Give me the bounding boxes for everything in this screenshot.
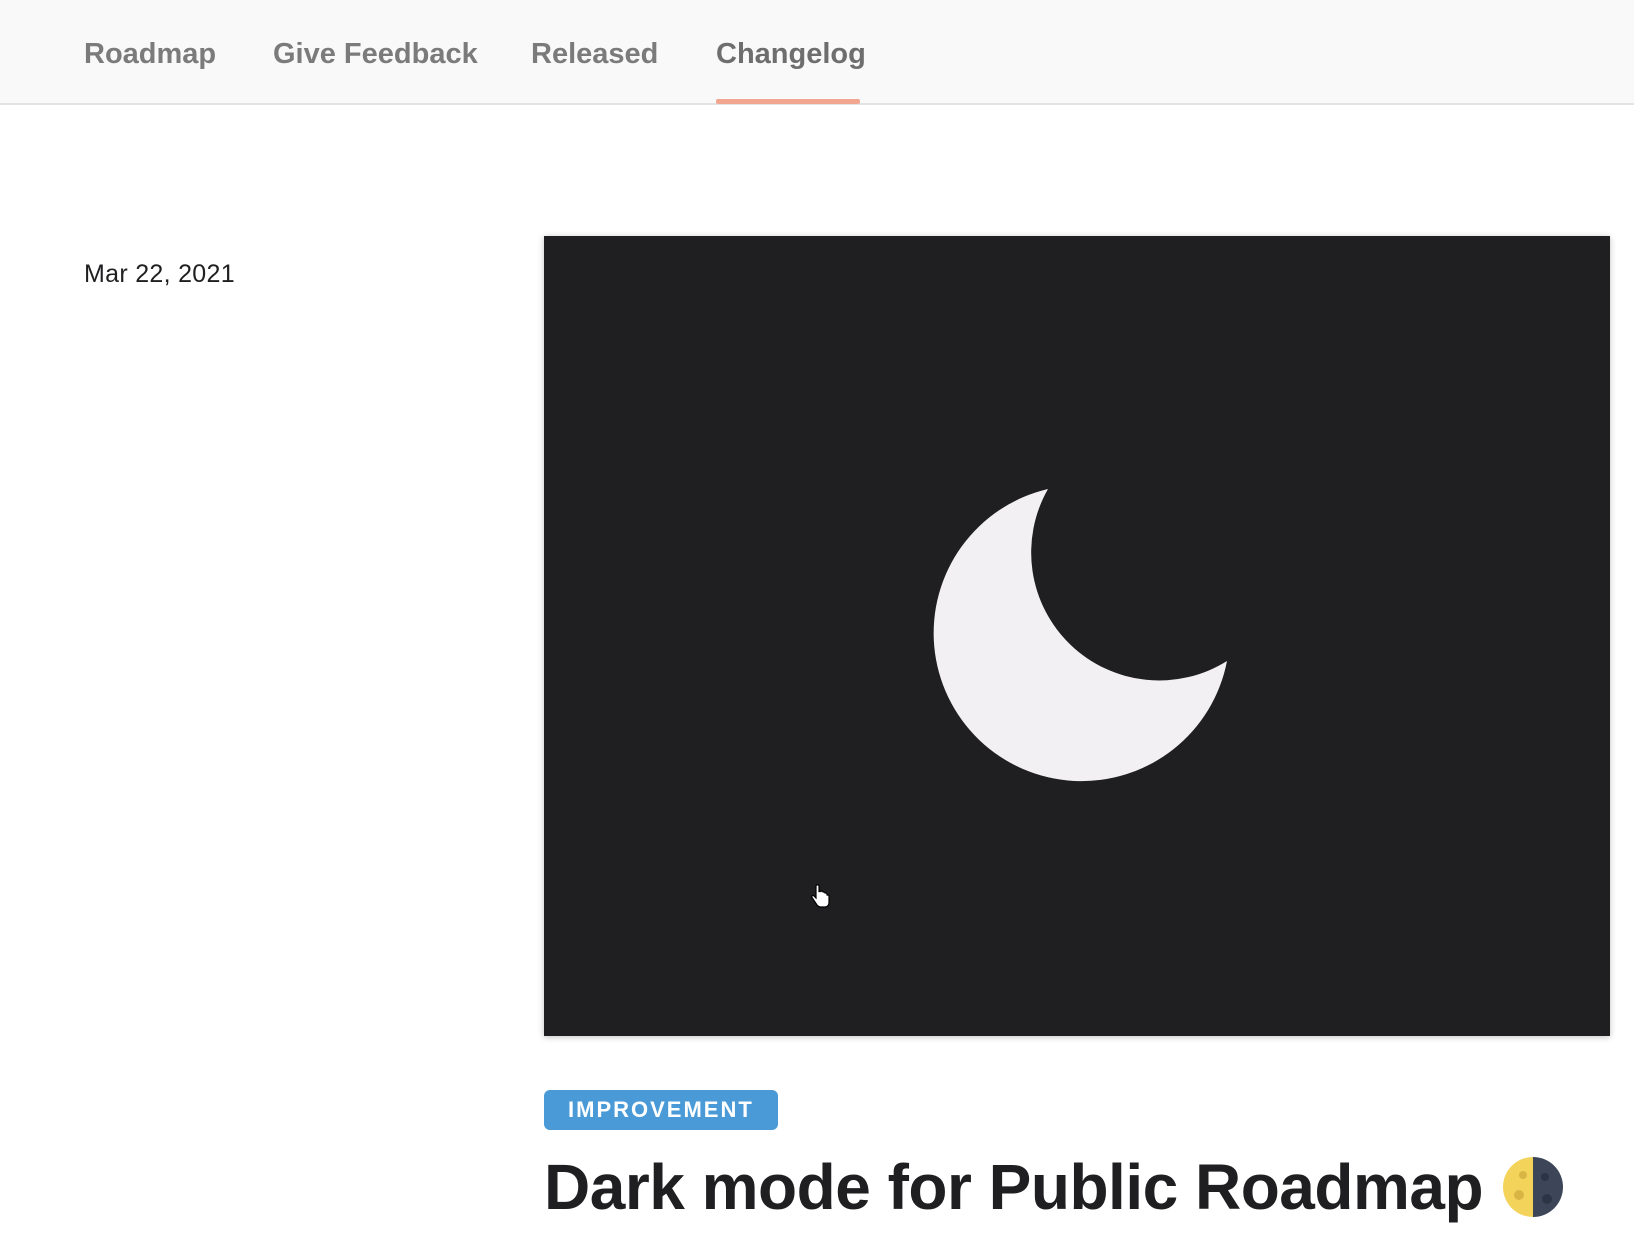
tab-roadmap[interactable]: Roadmap xyxy=(84,38,216,71)
post-title: Dark mode for Public Roadmap xyxy=(544,1151,1484,1223)
hand-cursor-icon xyxy=(811,884,830,908)
post-title-row: Dark mode for Public Roadmap xyxy=(544,1150,1565,1224)
post-date: Mar 22, 2021 xyxy=(84,260,235,288)
post-media[interactable] xyxy=(544,236,1610,1036)
category-badge: IMPROVEMENT xyxy=(544,1090,778,1130)
top-navigation: Roadmap Give Feedback Released Changelog xyxy=(0,0,1634,105)
tab-give-feedback[interactable]: Give Feedback xyxy=(273,38,478,71)
active-tab-indicator xyxy=(716,99,860,104)
tab-released[interactable]: Released xyxy=(531,38,658,71)
tab-changelog[interactable]: Changelog xyxy=(716,38,866,71)
moon-icon xyxy=(933,489,1227,782)
first-quarter-moon-icon xyxy=(1503,1157,1564,1217)
